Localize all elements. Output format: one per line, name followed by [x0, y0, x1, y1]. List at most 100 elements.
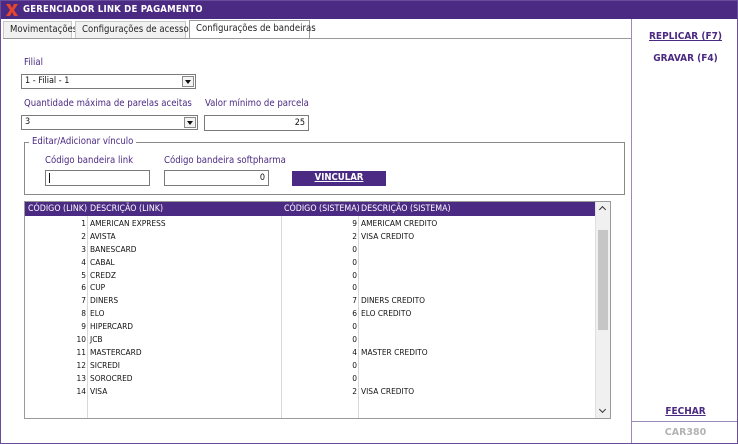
chevron-down-icon[interactable]: [182, 76, 194, 87]
header-codigo-sistema[interactable]: CÓDIGO (SISTEMA): [284, 204, 360, 214]
fechar-button[interactable]: FECHAR: [632, 406, 737, 417]
cell-descricao-link: CREDZ: [90, 269, 116, 280]
table-scrollbar[interactable]: [595, 202, 610, 418]
qtd-parcelas-value: 3: [25, 117, 31, 127]
table-row[interactable]: 4 CABAL 0: [25, 256, 596, 269]
panel-divider: [632, 421, 737, 422]
cell-codigo-link: 14: [76, 385, 87, 396]
table-row[interactable]: 12 SICREDI 0: [25, 359, 596, 372]
vincular-button[interactable]: VINCULAR: [292, 171, 386, 186]
tab-configuracoes-bandeiras[interactable]: Configurações de bandeiras: [189, 20, 316, 39]
cell-codigo-sistema: 0: [352, 372, 357, 383]
cell-codigo-link: 7: [81, 295, 86, 306]
cell-descricao-link: DINERS: [90, 295, 119, 306]
cell-descricao-sistema: AMERICAM CREDITO: [361, 218, 438, 228]
filial-label: Filial: [24, 57, 43, 68]
main-window: GERENCIADOR LINK DE PAGAMENTO Movimentaç…: [0, 0, 738, 444]
cell-descricao-sistema: ELO CREDITO: [361, 308, 412, 319]
cell-codigo-link: 13: [76, 372, 87, 383]
table-body: 1 AMERICAN EXPRESS 9 AMERICAM CREDITO 2 AVIST…: [25, 217, 596, 397]
cell-descricao-link: BANESCARD: [90, 243, 137, 254]
tab-movimentacoes[interactable]: Movimentações: [3, 21, 77, 38]
cell-codigo-link: 9: [81, 321, 86, 332]
cell-codigo-link: 5: [81, 269, 86, 280]
bandeiras-table[interactable]: CÓDIGO (LINK) DESCRIÇÃO (LINK) CÓDIGO (S…: [24, 201, 611, 419]
cell-descricao-link: CUP: [90, 282, 106, 293]
qtd-parcelas-label: Quantidade máxima de parelas aceitas: [24, 98, 192, 109]
replicar-label: REPLICAR (F7): [649, 31, 722, 42]
cell-codigo-sistema: 0: [352, 359, 357, 370]
actions-panel: REPLICAR (F7) GRAVAR (F4) FECHAR CAR380: [631, 19, 737, 443]
table-header: CÓDIGO (LINK) DESCRIÇÃO (LINK) CÓDIGO (S…: [25, 202, 596, 216]
header-codigo-link[interactable]: CÓDIGO (LINK): [28, 204, 87, 214]
text-cursor: [49, 173, 50, 183]
cell-descricao-sistema: VISA CREDITO: [361, 385, 415, 396]
cell-descricao-link: JCB: [90, 334, 103, 345]
chevron-up-icon[interactable]: [596, 202, 610, 216]
cell-descricao-link: VISA: [90, 385, 108, 396]
chevron-down-icon[interactable]: [184, 117, 196, 128]
codigo-link-input[interactable]: [45, 170, 150, 186]
table-row[interactable]: 6 CUP 0: [25, 281, 596, 294]
table-row[interactable]: 7 DINERS 7 DINERS CREDITO: [25, 294, 596, 307]
filial-select[interactable]: 1 - Filial - 1: [21, 74, 196, 89]
table-row[interactable]: 13 SOROCRED 0: [25, 372, 596, 385]
cell-codigo-sistema: 6: [352, 308, 357, 319]
cell-codigo-link: 10: [76, 334, 87, 345]
cell-codigo-sistema: 2: [352, 385, 357, 396]
cell-codigo-sistema: 0: [352, 282, 357, 293]
cell-descricao-sistema: VISA CREDITO: [361, 230, 415, 241]
cell-codigo-sistema: 9: [352, 218, 357, 228]
cell-codigo-sistema: 0: [352, 269, 357, 280]
header-descricao-link[interactable]: DESCRIÇÃO (LINK): [90, 204, 163, 214]
tab-configuracoes-acesso[interactable]: Configurações de acesso: [75, 21, 189, 38]
cell-descricao-link: AMERICAN EXPRESS: [90, 218, 166, 228]
cell-codigo-link: 2: [81, 230, 86, 241]
replicar-button[interactable]: REPLICAR (F7): [632, 31, 737, 42]
header-descricao-sistema[interactable]: DESCRIÇÃO (SISTEMA): [361, 204, 451, 214]
cell-descricao-sistema: DINERS CREDITO: [361, 295, 426, 306]
codigo-link-label: Código bandeira link: [45, 155, 134, 166]
cell-descricao-sistema: MASTER CREDITO: [361, 346, 428, 357]
valor-minimo-label: Valor mínimo de parcela: [205, 98, 309, 109]
cell-codigo-link: 12: [76, 359, 87, 370]
table-row[interactable]: 8 ELO 6 ELO CREDITO: [25, 307, 596, 320]
gravar-label: GRAVAR (F4): [653, 53, 718, 64]
scrollbar-thumb[interactable]: [598, 230, 608, 330]
gravar-button[interactable]: GRAVAR (F4): [632, 53, 737, 64]
cell-codigo-sistema: 0: [352, 256, 357, 267]
chevron-down-icon[interactable]: [596, 404, 610, 418]
cell-descricao-link: CABAL: [90, 256, 115, 267]
editar-vinculo-group: [24, 142, 625, 195]
title-bar: GERENCIADOR LINK DE PAGAMENTO: [1, 1, 737, 19]
table-row[interactable]: 9 HIPERCARD 0: [25, 320, 596, 333]
table-row[interactable]: 11 MASTERCARD 4 MASTER CREDITO: [25, 346, 596, 359]
valor-minimo-input[interactable]: 25: [204, 115, 309, 131]
cell-codigo-link: 6: [81, 282, 86, 293]
vincular-label: VINCULAR: [314, 172, 364, 183]
filial-select-value: 1 - Filial - 1: [25, 76, 70, 86]
cell-codigo-sistema: 4: [352, 346, 357, 357]
window-title: GERENCIADOR LINK DE PAGAMENTO: [23, 4, 203, 15]
cell-codigo-link: 3: [81, 243, 86, 254]
cell-codigo-link: 8: [81, 308, 86, 319]
fechar-label: FECHAR: [665, 406, 706, 417]
table-row[interactable]: 1 AMERICAN EXPRESS 9 AMERICAM CREDITO: [25, 217, 596, 230]
tab-divider: [3, 38, 631, 39]
cell-descricao-link: ELO: [90, 308, 105, 319]
codigo-softpharma-input[interactable]: 0: [164, 170, 269, 186]
cell-codigo-link: 1: [81, 218, 86, 228]
qtd-parcelas-select[interactable]: 3: [21, 115, 198, 130]
table-row[interactable]: 10 JCB 0: [25, 333, 596, 346]
cell-descricao-link: AVISTA: [90, 230, 116, 241]
cell-codigo-sistema: 2: [352, 230, 357, 241]
table-row[interactable]: 3 BANESCARD 0: [25, 243, 596, 256]
table-row[interactable]: 5 CREDZ 0: [25, 269, 596, 282]
table-row[interactable]: 14 VISA 2 VISA CREDITO: [25, 385, 596, 398]
cell-codigo-link: 11: [76, 346, 87, 357]
app-logo-icon: [6, 4, 18, 16]
cell-codigo-sistema: 0: [352, 334, 357, 345]
table-row[interactable]: 2 AVISTA 2 VISA CREDITO: [25, 230, 596, 243]
codigo-softpharma-label: Código bandeira softpharma: [164, 155, 286, 166]
cell-descricao-link: SOROCRED: [90, 372, 133, 383]
